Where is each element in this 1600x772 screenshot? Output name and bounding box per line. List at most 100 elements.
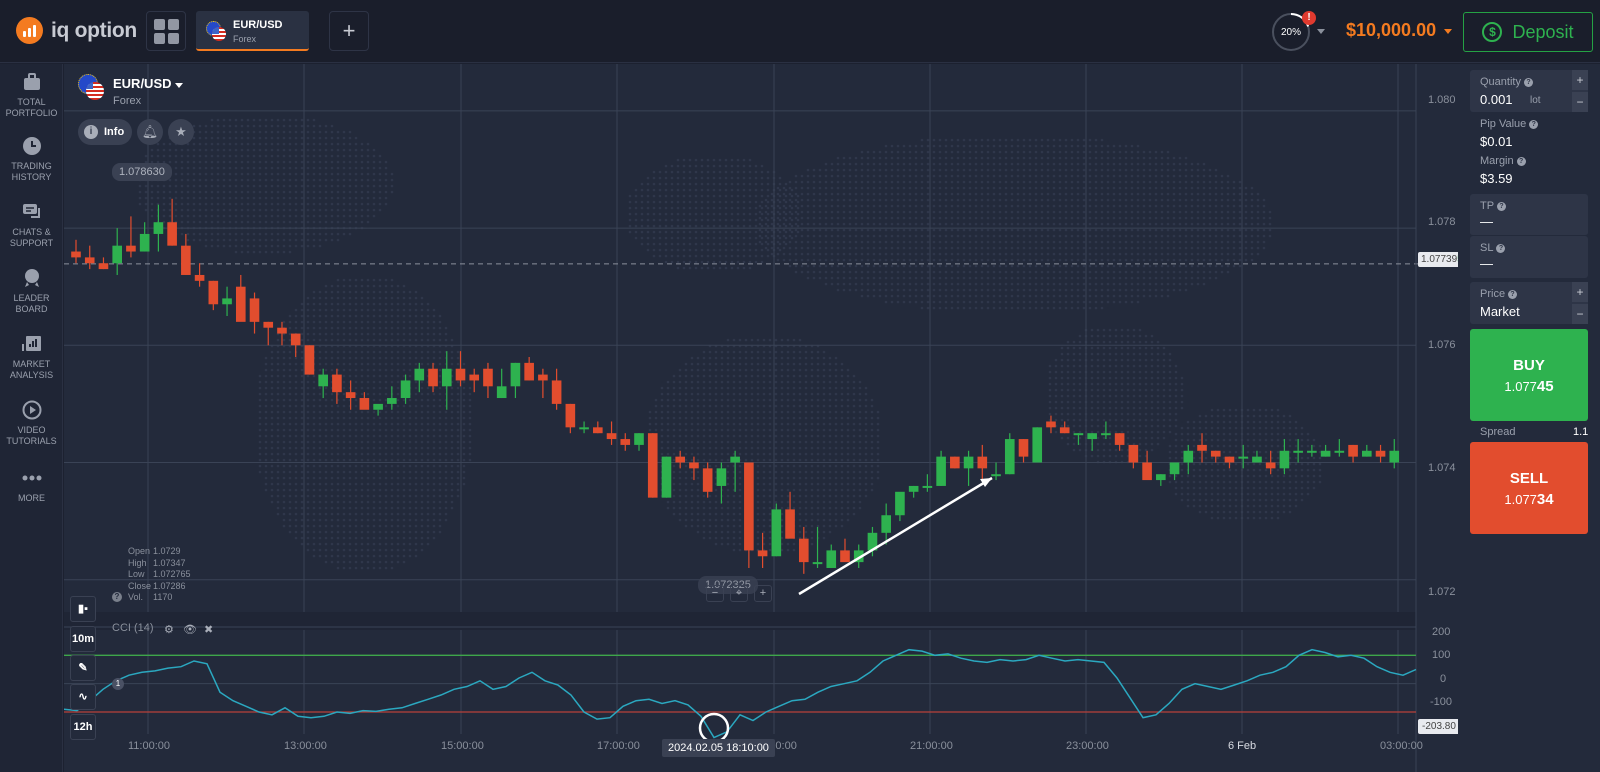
price-decrease-button[interactable]: − — [1572, 304, 1588, 324]
all-assets-button[interactable] — [146, 11, 186, 51]
margin-label: Margin? — [1480, 155, 1526, 167]
more-icon — [22, 468, 42, 488]
chart-type-button[interactable]: ▮▪ — [70, 596, 96, 622]
stop-loss-field[interactable]: SL? — — [1470, 236, 1588, 278]
sl-value[interactable]: — — [1480, 256, 1493, 271]
spread-label: Spread — [1480, 426, 1516, 438]
candle-body — [579, 427, 589, 430]
balance[interactable]: $10,000.00 — [1346, 20, 1436, 41]
candle-body — [895, 491, 905, 516]
candle-body — [208, 280, 219, 305]
candle-body — [1169, 462, 1180, 475]
candle-body — [483, 368, 493, 387]
price-chart[interactable] — [64, 64, 1458, 772]
zoom-out-button[interactable]: − — [706, 585, 724, 602]
balance-dropdown-icon[interactable] — [1444, 29, 1452, 34]
sidebar-item-trading-history[interactable]: Trading History — [0, 136, 63, 183]
candle-body — [702, 468, 713, 492]
cci-current-value: -203.80 — [1418, 719, 1460, 734]
sidebar-item-total-portfolio[interactable]: Total Portfolio — [0, 72, 63, 119]
time-axis-label: 17:00:00 — [597, 740, 640, 752]
candle-body — [634, 433, 644, 445]
left-sidebar: Total Portfolio Trading History Chats & … — [0, 64, 63, 772]
candle-timeframe-button[interactable]: 10m — [70, 626, 96, 652]
sidebar-item-video-tutorials[interactable]: Video Tutorials — [0, 400, 63, 447]
candle-body — [222, 298, 232, 305]
briefcase-icon — [22, 72, 42, 92]
sidebar-item-leader-board[interactable]: Leader Board — [0, 268, 63, 315]
candle-body — [1375, 450, 1386, 457]
help-icon: ? — [1496, 244, 1506, 253]
indicators-button[interactable]: ∿ — [70, 684, 96, 710]
sidebar-item-market-analysis[interactable]: Market Analysis — [0, 334, 63, 381]
help-icon[interactable]: ? — [112, 592, 122, 602]
logo[interactable]: iq option — [16, 17, 137, 44]
candle-body — [798, 538, 809, 563]
chart-area[interactable]: EUR/USD Forex i Info 🔔︎ ★ 1.078630 1.072… — [64, 64, 1466, 772]
buy-button[interactable]: BUY 1.07745 — [1470, 329, 1588, 421]
candle-body — [1197, 444, 1207, 451]
candle-body — [1073, 433, 1084, 436]
alert-bell-button[interactable]: 🔔︎ — [137, 119, 163, 145]
asset-tab-type: Forex — [233, 34, 257, 44]
sidebar-item-chats-support[interactable]: Chats & Support — [0, 202, 63, 249]
candle-body — [98, 263, 109, 270]
range-timeframe-button[interactable]: 12h — [70, 714, 96, 740]
cci-axis-label: 0 — [1440, 673, 1447, 685]
quantity-input[interactable]: 0.001 — [1480, 92, 1513, 107]
candle-body — [1046, 421, 1056, 428]
sell-label: SELL — [1509, 470, 1549, 487]
candle-body — [1389, 450, 1400, 463]
pip-value-label: Pip Value? — [1480, 118, 1539, 130]
candle-body — [730, 456, 740, 463]
indicator-count-badge: 1 — [112, 678, 124, 690]
cci-line — [64, 648, 1417, 739]
candle-body — [84, 257, 95, 264]
price-label: Price? — [1480, 288, 1518, 300]
candle-body — [359, 398, 370, 410]
indicator-visibility-icon[interactable]: 👁︎ — [183, 623, 197, 636]
candle-body — [1059, 427, 1070, 434]
candle-body — [744, 462, 754, 551]
candle-body — [826, 550, 837, 568]
sidebar-label: Leader Board — [13, 293, 50, 314]
candle-body — [71, 251, 81, 258]
drawing-tools-button[interactable]: ✎ — [70, 655, 96, 681]
sell-button[interactable]: SELL 1.07734 — [1470, 442, 1588, 534]
candle-body — [565, 403, 576, 428]
quantity-increase-button[interactable]: + — [1572, 70, 1588, 90]
asset-tab-eurusd[interactable]: EUR/USD Forex — [196, 11, 309, 51]
price-value[interactable]: Market — [1480, 304, 1520, 319]
candle-body — [1348, 444, 1358, 457]
info-button[interactable]: i Info — [78, 119, 132, 145]
quantity-field[interactable]: Quantity? 0.001 lot + − — [1470, 70, 1588, 112]
bar-chart-icon — [21, 334, 42, 354]
candle-body — [304, 345, 315, 375]
sidebar-item-more[interactable]: More — [0, 468, 63, 504]
candle-body — [606, 433, 617, 440]
price-increase-button[interactable]: + — [1572, 282, 1588, 302]
progress-dropdown-icon[interactable] — [1317, 29, 1325, 34]
favorite-button[interactable]: ★ — [168, 119, 194, 145]
zoom-in-button[interactable]: + — [754, 585, 772, 602]
crosshair-icon: ⌖ — [735, 587, 743, 599]
candle-body — [689, 462, 699, 469]
candle-body — [675, 456, 686, 463]
take-profit-field[interactable]: TP? — — [1470, 194, 1588, 236]
chart-asset-name[interactable]: EUR/USD — [113, 76, 184, 91]
add-asset-button[interactable]: + — [329, 11, 369, 51]
candle-body — [661, 456, 672, 498]
price-field[interactable]: Price? Market + − — [1470, 282, 1588, 324]
indicator-settings-icon[interactable]: ⚙ — [164, 623, 174, 636]
deposit-button[interactable]: $ Deposit — [1463, 12, 1593, 52]
candle-body — [400, 380, 411, 399]
candle-body — [181, 245, 191, 275]
quantity-decrease-button[interactable]: − — [1572, 92, 1588, 112]
deposit-icon: $ — [1482, 22, 1503, 42]
recenter-button[interactable]: ⌖ — [730, 585, 748, 602]
candle-body — [538, 374, 548, 381]
candles — [71, 198, 1400, 574]
tp-value[interactable]: — — [1480, 214, 1493, 229]
candle-body — [840, 550, 850, 563]
indicator-remove-icon[interactable]: ✖ — [204, 623, 213, 636]
